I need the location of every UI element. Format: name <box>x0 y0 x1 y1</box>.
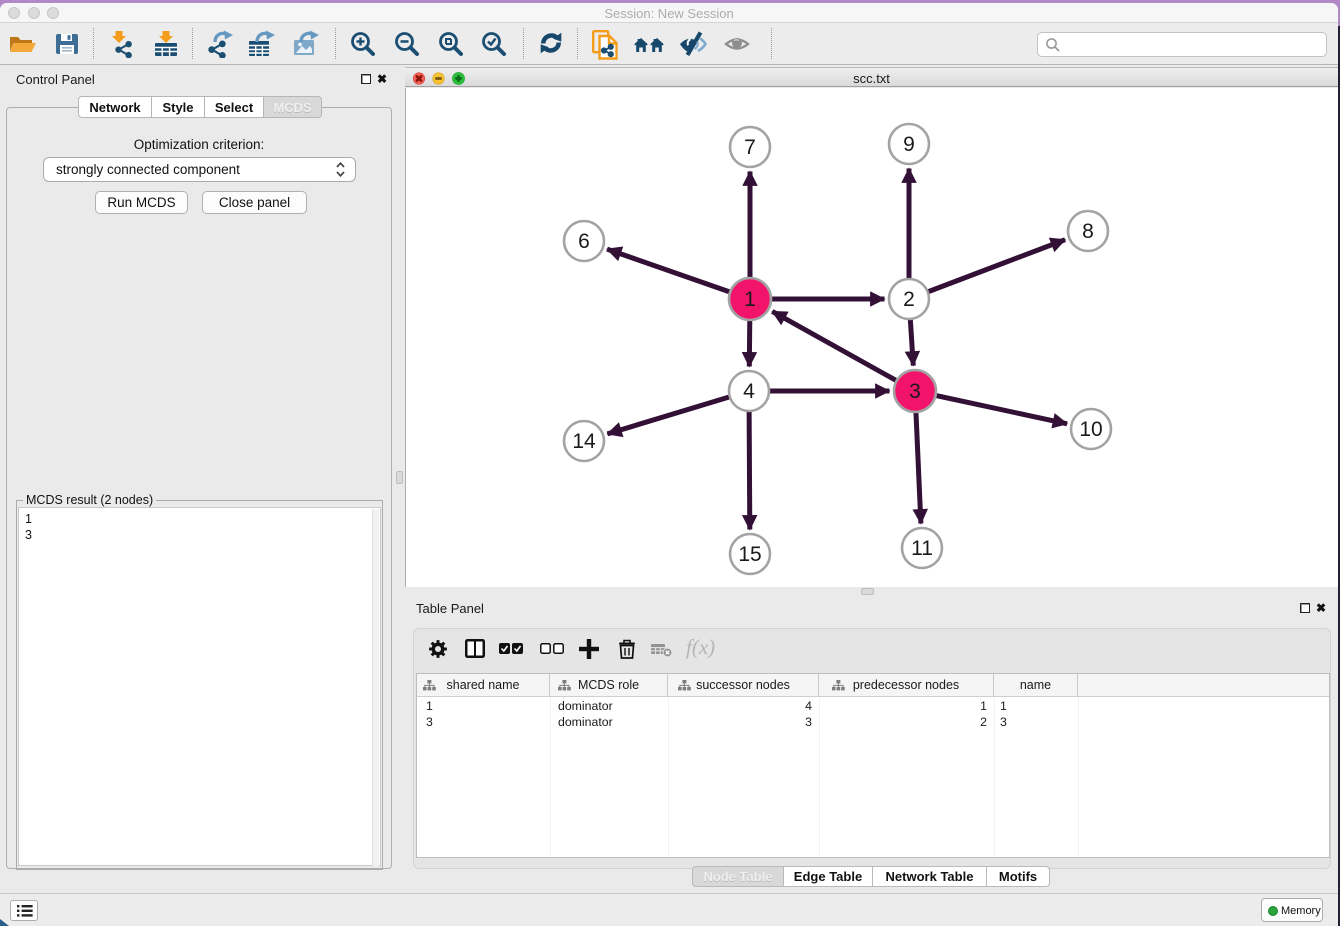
svg-text:10: 10 <box>1079 418 1102 441</box>
svg-text:11: 11 <box>911 537 933 560</box>
svg-text:7: 7 <box>744 136 756 159</box>
svg-text:8: 8 <box>1082 220 1094 243</box>
svg-text:9: 9 <box>903 133 915 156</box>
svg-text:3: 3 <box>909 380 921 403</box>
svg-text:15: 15 <box>738 543 761 566</box>
svg-text:6: 6 <box>578 230 590 253</box>
svg-text:14: 14 <box>572 430 596 453</box>
svg-text:4: 4 <box>743 380 755 403</box>
svg-text:1: 1 <box>744 288 756 311</box>
svg-text:2: 2 <box>903 288 915 311</box>
